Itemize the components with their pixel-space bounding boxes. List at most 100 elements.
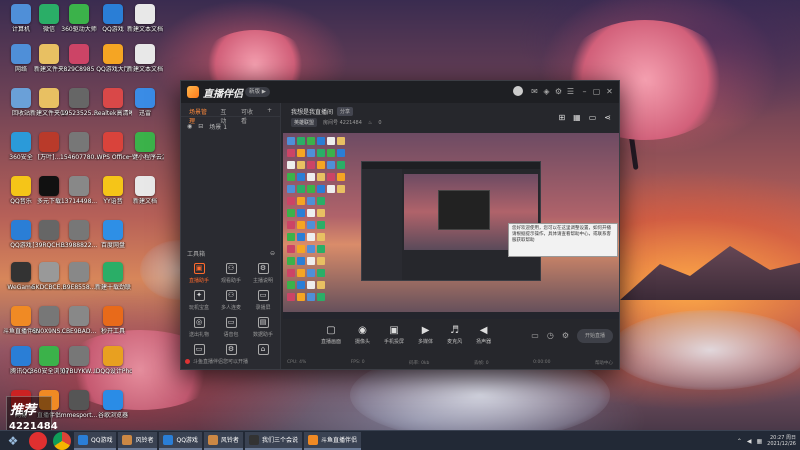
live-preview[interactable]: 您好欢迎使用，您可以在这里调整设置，如何开播请根据提示操作，具体请查看帮助中心，…	[283, 133, 619, 319]
tool-item[interactable]: ◎ 送出礼物	[183, 317, 215, 338]
tool-item[interactable]: ▭	[183, 344, 215, 358]
tab-interact[interactable]: 互动	[220, 107, 231, 125]
taskbar-task[interactable]: QQ游戏	[159, 431, 202, 450]
taskbar-task[interactable]: 风铃者	[203, 431, 243, 450]
desktop-icon[interactable]: 07BUYKW...	[62, 346, 96, 375]
start-icon[interactable]: ❖	[0, 431, 26, 450]
timer-icon[interactable]: ◷	[547, 331, 554, 340]
room-title[interactable]: 我想是我直播间	[291, 107, 333, 116]
desktop-icon[interactable]: WPS Office	[96, 132, 130, 161]
desktop-icon[interactable]: B9E8558...	[62, 262, 96, 291]
app-icon	[39, 346, 59, 366]
tool-item[interactable]: ⌂	[247, 344, 279, 358]
scene-item[interactable]: ◉ ⊟ 场景 1	[181, 117, 280, 136]
desktop-icon[interactable]: 迅雷	[128, 88, 162, 117]
app-icon	[103, 306, 123, 326]
desktop-icon[interactable]: 一键小程序云游戏	[126, 132, 164, 161]
preview-icon	[317, 173, 325, 181]
tool-item[interactable]: ▤ 数据助手	[247, 317, 279, 338]
tool-item[interactable]: ▭ 录播屏	[247, 290, 279, 311]
preview-icon	[317, 293, 325, 301]
desktop-icon[interactable]: 百度网盘	[96, 220, 130, 249]
add-icon[interactable]: +	[267, 107, 272, 114]
category-select[interactable]: 英雄联盟	[291, 118, 318, 127]
desktop-icon[interactable]: 19523525...	[61, 88, 97, 117]
share-icon[interactable]: ⋖	[604, 113, 611, 122]
preview-icon	[297, 245, 305, 253]
app-icon	[103, 262, 123, 282]
control-button[interactable]: ♬ 麦克风	[447, 325, 462, 345]
minimize-icon[interactable]: –	[580, 87, 589, 96]
desktop-icon[interactable]: 829C8985	[62, 44, 96, 73]
bottom-note-text: 斗鱼直播伴侣您可以开播	[193, 359, 249, 365]
settings-icon[interactable]: ⚙	[554, 87, 563, 96]
tool-item[interactable]: ▣ 直播助手	[183, 263, 215, 284]
skin-icon[interactable]: ◈	[542, 87, 551, 96]
message-icon[interactable]: ✉	[530, 87, 539, 96]
version-badge[interactable]: 新版 ▶	[245, 87, 270, 97]
lock-icon[interactable]: ⊟	[198, 123, 203, 130]
control-button[interactable]: ▶ 多媒体	[418, 325, 433, 345]
screen-icon[interactable]: ▭	[589, 113, 597, 122]
volume-icon[interactable]: ◀	[747, 438, 752, 445]
taskbar-task[interactable]: 我们三个会说	[244, 431, 302, 450]
layout-icon[interactable]: ▦	[573, 113, 581, 122]
app-icon	[135, 44, 155, 64]
taskbar-task[interactable]: 斗鱼直播伴侣	[303, 431, 361, 450]
pinned-app-icon[interactable]	[29, 431, 47, 450]
tool-item[interactable]: ▭ 语音包	[215, 317, 247, 338]
avatar-icon[interactable]	[513, 86, 523, 96]
tool-item[interactable]: ⚙	[215, 344, 247, 358]
taskbar-task[interactable]: QQ游戏	[74, 431, 117, 450]
control-button[interactable]: ▢ 直播画面	[321, 325, 341, 345]
share-tag[interactable]: 分享	[337, 107, 354, 116]
desktop-icon[interactable]: YY语音	[96, 176, 130, 205]
control-button[interactable]: ▣ 手机投屏	[384, 325, 404, 345]
gear-icon[interactable]: ⚙	[562, 331, 569, 340]
toolbox-collapse-icon[interactable]: ⊖	[270, 250, 275, 257]
gift-icon[interactable]: ⊞	[558, 113, 565, 122]
desktop-icon[interactable]: CBE9BAD...	[62, 306, 96, 335]
desktop-icon[interactable]: 新建文档	[128, 176, 162, 205]
desktop-icon[interactable]: B3988822...	[61, 220, 97, 249]
menu-icon[interactable]: ☰	[566, 87, 575, 96]
bottom-note[interactable]: 斗鱼直播伴侣您可以开播	[185, 358, 248, 365]
chrome-icon[interactable]	[53, 431, 71, 450]
title-bar[interactable]: 直播伴侣 新版 ▶ ✉ ◈ ⚙ ☰ – ▢ ✕	[181, 81, 619, 103]
desktop-icon[interactable]: 新建十载劲联	[95, 262, 131, 291]
close-icon[interactable]: ✕	[605, 87, 614, 96]
preview-icon	[317, 245, 325, 253]
eye-icon[interactable]: ◉	[187, 123, 192, 130]
clock[interactable]: 20:27 周日 2021/12/26	[767, 435, 796, 447]
desktop-icon[interactable]: IDQQ设计Photoshop	[94, 346, 132, 375]
preview-icon	[297, 233, 305, 241]
desktop-icon[interactable]: 154607780...	[60, 132, 98, 161]
desktop-icon[interactable]: mmesport...	[61, 390, 97, 419]
preview-icon	[297, 197, 305, 205]
tool-item[interactable]: ⚇ 多人连麦	[215, 290, 247, 311]
control-button[interactable]: ◉ 摄像头	[355, 325, 370, 345]
tool-item[interactable]: ⚇ 观看助手	[215, 263, 247, 284]
tool-item[interactable]: ✦ 玩机宝盒	[183, 290, 215, 311]
desktop-icon[interactable]: 新建文本文档	[127, 44, 163, 73]
maximize-icon[interactable]: ▢	[592, 87, 601, 96]
desktop-icon[interactable]: 13714498...	[61, 176, 97, 205]
desktop-icon[interactable]: 新建文本文档	[127, 4, 163, 33]
tray-chevron-icon[interactable]: ⌃	[737, 438, 742, 445]
desktop-icon[interactable]: QQ游戏大厅	[96, 44, 130, 73]
tab-scene[interactable]: 场景管理	[189, 107, 210, 125]
record-icon[interactable]: ▭	[531, 331, 539, 340]
desktop-icon[interactable]: Realtek高清晰音频管理器	[94, 88, 132, 117]
tab-watch[interactable]: 可收看	[241, 107, 257, 125]
desktop-icon-label: 154607780...	[60, 154, 98, 161]
network-icon[interactable]: ▦	[757, 438, 763, 445]
desktop-icon[interactable]: 360驱动大师	[61, 4, 97, 33]
room-actions: ⊞ ▦ ▭ ⋖	[558, 113, 611, 122]
desktop-icon[interactable]: QQ游戏	[96, 4, 130, 33]
control-button[interactable]: ◀ 扬声器	[476, 325, 491, 345]
tool-item[interactable]: ⚙ 主播说明	[247, 263, 279, 284]
go-live-button[interactable]: 开始直播	[577, 329, 613, 343]
desktop-icon[interactable]: 谷歌浏览器	[96, 390, 130, 419]
desktop-icon[interactable]: 秒开工具	[96, 306, 130, 335]
taskbar-task[interactable]: 风铃者	[118, 431, 158, 450]
